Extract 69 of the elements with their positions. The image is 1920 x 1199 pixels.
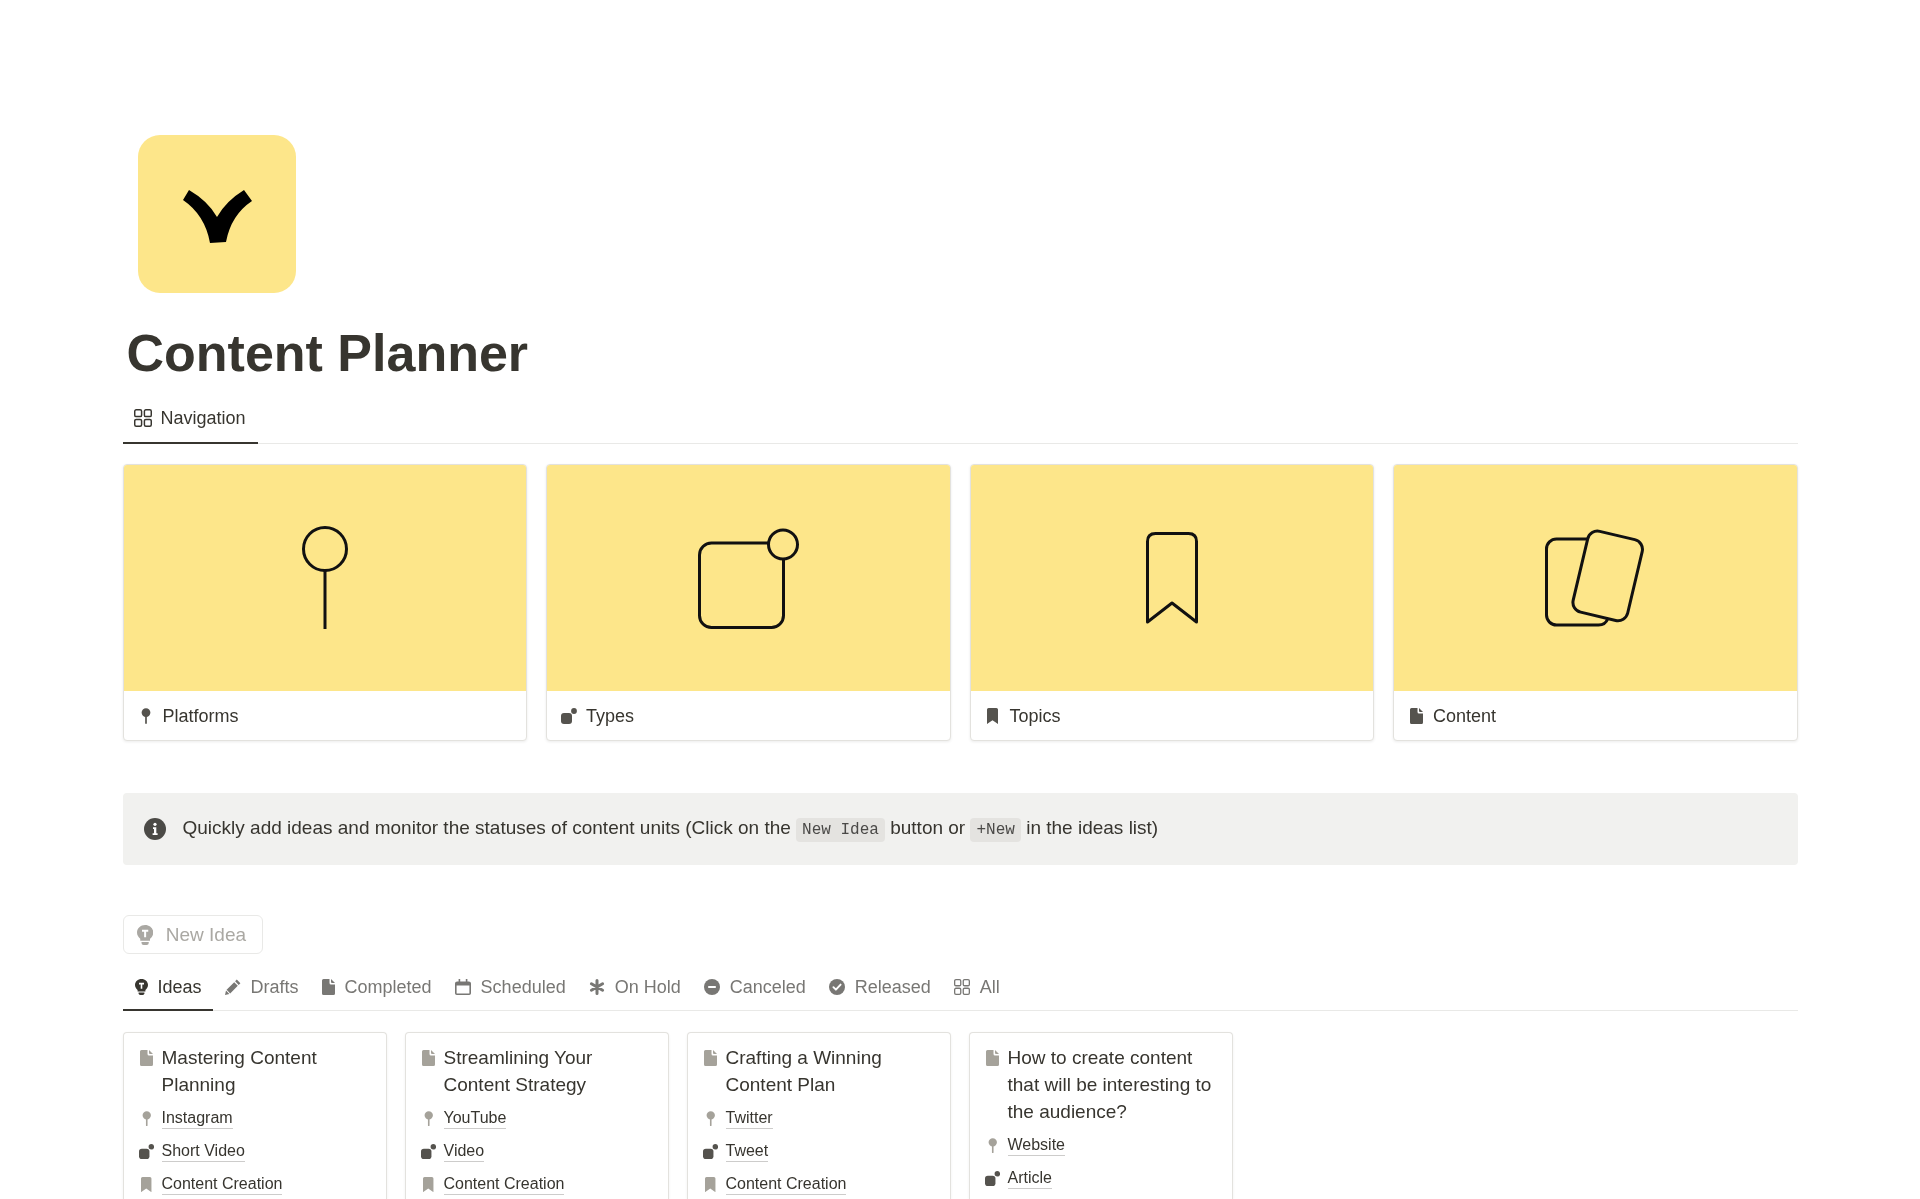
nav-card[interactable]: Topics xyxy=(969,464,1374,741)
logo-icon xyxy=(137,135,296,293)
pin-icon xyxy=(705,1110,716,1127)
nav-card[interactable]: Platforms xyxy=(122,464,527,741)
status-tab[interactable]: Drafts xyxy=(212,969,310,1011)
status-tab[interactable]: Scheduled xyxy=(442,969,577,1011)
idea-card[interactable]: Crafting a Winning Content Plan Twitter Tweet Content Creation xyxy=(686,1032,951,1199)
pin-icon xyxy=(987,1137,998,1154)
idea-card[interactable]: Streamlining Your Content Strategy YouTube Video Content Creation xyxy=(404,1032,669,1199)
document-icon xyxy=(704,1049,717,1066)
calendar-icon xyxy=(454,979,471,995)
status-tab[interactable]: Completed xyxy=(309,969,443,1011)
document-icon xyxy=(1409,707,1423,724)
square-dot-icon xyxy=(561,707,577,724)
property-link[interactable]: Website xyxy=(1007,1135,1065,1156)
status-tab[interactable]: Ideas xyxy=(122,969,213,1011)
grid-icon xyxy=(953,979,970,995)
minus-circle-icon xyxy=(703,979,720,995)
square-dot-icon xyxy=(984,1170,1001,1187)
bookmark-icon xyxy=(141,1176,152,1193)
document-icon xyxy=(422,1049,435,1066)
property-link[interactable]: Content Creation xyxy=(443,1174,565,1195)
callout-text: Quickly add ideas and monitor the statuses of content units (Click on the New Idea button or +New in the ideas list) xyxy=(182,815,1159,843)
asterisk-icon xyxy=(588,979,605,995)
pin-icon xyxy=(141,1110,152,1127)
nav-card[interactable]: Types xyxy=(546,464,951,741)
property-link[interactable]: Article xyxy=(1007,1168,1052,1189)
view-tab[interactable]: Navigation xyxy=(122,400,258,444)
square-dot-icon xyxy=(138,1143,155,1160)
square-dot-icon xyxy=(702,1143,719,1160)
grid-icon xyxy=(133,409,152,427)
idea-card-title: How to create content that will be interesting to the audience? xyxy=(1007,1046,1213,1124)
bookmark-icon xyxy=(423,1176,434,1193)
nav-card-label: Platforms xyxy=(162,704,239,728)
property-link[interactable]: Instagram xyxy=(161,1108,233,1129)
nav-card-label: Content xyxy=(1433,704,1497,728)
nav-card-label: Topics xyxy=(1009,704,1061,728)
property-link[interactable]: Content Creation xyxy=(161,1174,283,1195)
status-tab[interactable]: Canceled xyxy=(691,969,817,1011)
property-link[interactable]: Content Creation xyxy=(725,1174,847,1195)
check-circle-icon xyxy=(828,979,845,995)
nav-card-label: Types xyxy=(586,704,635,728)
property-link[interactable]: Video xyxy=(443,1141,485,1162)
status-tab[interactable]: Released xyxy=(816,969,942,1011)
bookmark-icon xyxy=(705,1176,716,1193)
square-dot-icon xyxy=(420,1143,437,1160)
info-icon xyxy=(143,818,166,840)
property-link[interactable]: YouTube xyxy=(443,1108,507,1129)
property-link[interactable]: Tweet xyxy=(725,1141,769,1162)
idea-card[interactable]: Mastering Content Planning Instagram Short Video Content Creation xyxy=(122,1032,387,1199)
property-link[interactable]: Short Video xyxy=(161,1141,245,1162)
document-icon xyxy=(986,1049,999,1066)
idea-card-title: Crafting a Winning Content Plan xyxy=(725,1046,883,1097)
lightbulb-icon xyxy=(136,924,153,945)
property-link[interactable]: Twitter xyxy=(725,1108,773,1129)
status-tab[interactable]: All xyxy=(941,969,1011,1011)
document-icon xyxy=(321,979,335,995)
pencil-icon xyxy=(224,979,241,995)
nav-card[interactable]: Content xyxy=(1393,464,1798,741)
pin-icon xyxy=(423,1110,434,1127)
document-icon xyxy=(140,1049,153,1066)
lightbulb-icon xyxy=(134,979,148,995)
page-title: Content Planner xyxy=(126,323,530,384)
bookmark-icon xyxy=(987,707,998,724)
idea-card-title: Streamlining Your Content Strategy xyxy=(443,1046,594,1097)
pin-icon xyxy=(140,707,151,724)
idea-card-title: Mastering Content Planning xyxy=(161,1046,318,1097)
status-tab[interactable]: On Hold xyxy=(576,969,692,1011)
idea-card[interactable]: How to create content that will be interesting to the audience? Website Article xyxy=(968,1032,1233,1199)
